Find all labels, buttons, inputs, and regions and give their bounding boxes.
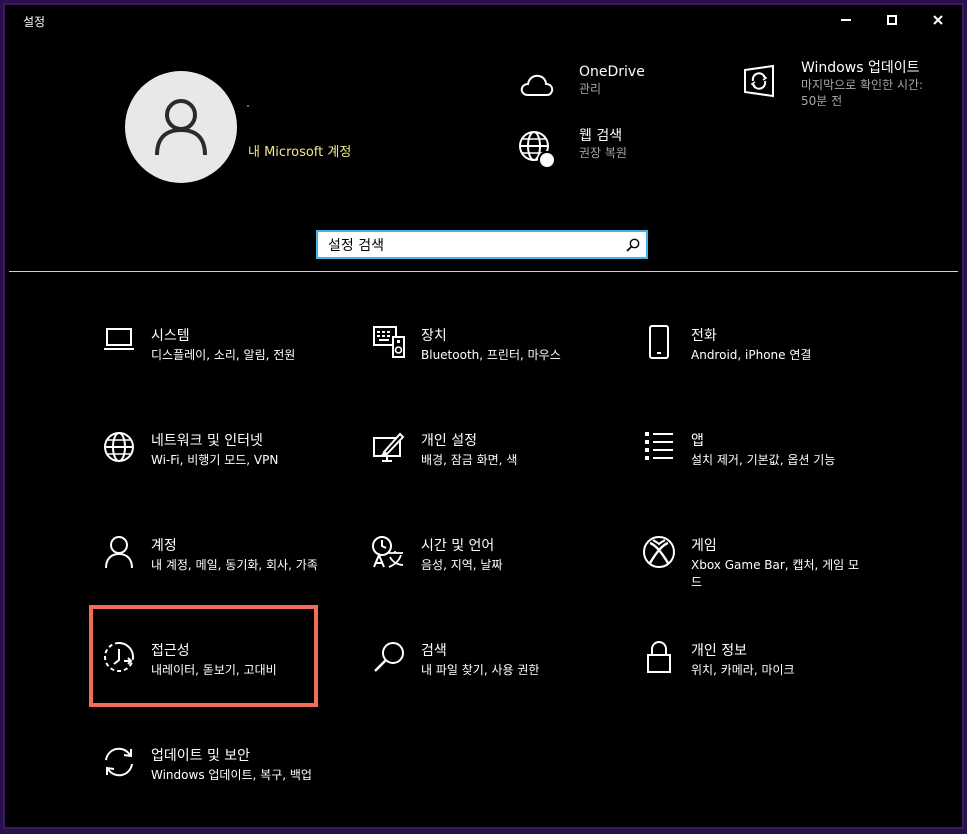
- tile-title: 개인 설정: [421, 433, 477, 449]
- tile-apps[interactable]: 앱 설치 제거, 기본값, 옵션 기능: [641, 432, 881, 492]
- search-icon[interactable]: [626, 237, 640, 256]
- quick-link-title: Windows 업데이트: [801, 60, 920, 76]
- tile-phone[interactable]: 전화 Android, iPhone 연결: [641, 325, 881, 387]
- tile-subtitle: 위치, 카메라, 마이크: [691, 663, 795, 677]
- quick-link-windows-update[interactable]: Windows 업데이트 마지막으로 확인한 시간: 50분 전: [737, 59, 927, 109]
- quick-link-subtitle: 관리: [579, 82, 602, 96]
- header-divider: [9, 271, 958, 272]
- tile-subtitle: Android, iPhone 연결: [691, 348, 812, 362]
- tile-privacy[interactable]: 개인 정보 위치, 카메라, 마이크: [641, 640, 881, 702]
- title-bar[interactable]: 설정: [5, 5, 962, 35]
- tile-update-security[interactable]: 업데이트 및 보안 Windows 업데이트, 복구, 백업: [101, 747, 341, 807]
- tile-subtitle: 내 파일 찾기, 사용 권한: [421, 663, 540, 677]
- devices-icon: [371, 325, 407, 361]
- time-language-icon: [371, 535, 407, 571]
- tile-personalization[interactable]: 개인 설정 배경, 잠금 화면, 색: [371, 432, 611, 492]
- minimize-icon: [841, 19, 851, 21]
- tile-title: 계정: [151, 538, 177, 554]
- tile-title: 네트워크 및 인터넷: [151, 433, 263, 449]
- person-icon: [155, 99, 207, 156]
- tile-title: 시간 및 언어: [421, 538, 495, 554]
- quick-link-onedrive[interactable]: OneDrive 관리: [515, 63, 645, 107]
- laptop-icon: [101, 325, 137, 361]
- maximize-icon: [887, 15, 897, 25]
- settings-window: 설정 내 Microsoft 계정 OneDrive 관리 웹 검색 권장 복원…: [3, 3, 964, 829]
- tile-title: 장치: [421, 328, 447, 344]
- tile-subtitle: Bluetooth, 프린터, 마우스: [421, 348, 561, 362]
- tile-subtitle: Wi-Fi, 비행기 모드, VPN: [151, 453, 279, 467]
- tile-accounts[interactable]: 계정 내 계정, 메일, 동기화, 회사, 가족: [101, 535, 341, 597]
- close-icon: [933, 15, 943, 25]
- accessibility-highlight-frame: [89, 605, 318, 707]
- settings-search-box[interactable]: [316, 230, 648, 259]
- microsoft-account-link[interactable]: 내 Microsoft 계정: [248, 141, 351, 160]
- tile-subtitle: 내 계정, 메일, 동기화, 회사, 가족: [151, 558, 318, 572]
- quick-link-title: 웹 검색: [579, 128, 623, 144]
- tile-gaming[interactable]: 게임 Xbox Game Bar, 캡처, 게임 모드: [641, 535, 881, 597]
- quick-link-title: OneDrive: [579, 64, 645, 80]
- tile-time-language[interactable]: 시간 및 언어 음성, 지역, 날짜: [371, 535, 611, 597]
- tile-title: 시스템: [151, 328, 190, 344]
- search-icon: [371, 640, 407, 676]
- tile-network[interactable]: 네트워크 및 인터넷 Wi-Fi, 비행기 모드, VPN: [101, 432, 341, 492]
- close-button[interactable]: [915, 5, 961, 35]
- tile-subtitle: Xbox Game Bar, 캡처, 게임 모드: [691, 558, 860, 589]
- cloud-icon: [515, 63, 559, 107]
- tile-subtitle: 설치 제거, 기본값, 옵션 기능: [691, 453, 836, 467]
- xbox-icon: [641, 535, 677, 571]
- decorative-dot: [247, 105, 249, 107]
- tile-search[interactable]: 검색 내 파일 찾기, 사용 권한: [371, 642, 611, 702]
- tile-title: 게임: [691, 538, 717, 554]
- tile-subtitle: 디스플레이, 소리, 알림, 전원: [151, 348, 296, 362]
- tile-subtitle: Windows 업데이트, 복구, 백업: [151, 768, 312, 782]
- sync-icon: [101, 745, 137, 781]
- tile-title: 검색: [421, 643, 447, 659]
- tile-system[interactable]: 시스템 디스플레이, 소리, 알림, 전원: [101, 327, 341, 387]
- windows-update-icon: [737, 59, 781, 103]
- tile-title: 개인 정보: [691, 643, 747, 659]
- quick-link-subtitle: 마지막으로 확인한 시간: 50분 전: [801, 78, 924, 108]
- tile-title: 업데이트 및 보안: [151, 748, 251, 764]
- tile-title: 앱: [691, 433, 704, 449]
- tile-devices[interactable]: 장치 Bluetooth, 프린터, 마우스: [371, 325, 611, 387]
- maximize-button[interactable]: [869, 5, 915, 35]
- tile-title: 전화: [691, 328, 717, 344]
- personalization-icon: [371, 430, 407, 466]
- quick-link-web-search[interactable]: 웹 검색 권장 복원: [515, 127, 627, 171]
- minimize-button[interactable]: [823, 5, 869, 35]
- phone-icon: [641, 325, 677, 361]
- tile-subtitle: 배경, 잠금 화면, 색: [421, 453, 518, 467]
- quick-link-subtitle: 권장 복원: [579, 146, 627, 160]
- globe-icon: [101, 430, 137, 466]
- globe-icon: [515, 127, 559, 171]
- person-icon: [101, 535, 137, 571]
- tile-subtitle: 음성, 지역, 날짜: [421, 558, 503, 572]
- window-title: 설정: [23, 15, 46, 29]
- search-input[interactable]: [326, 234, 620, 258]
- avatar[interactable]: [125, 71, 237, 183]
- apps-list-icon: [641, 430, 677, 466]
- lock-icon: [641, 640, 677, 676]
